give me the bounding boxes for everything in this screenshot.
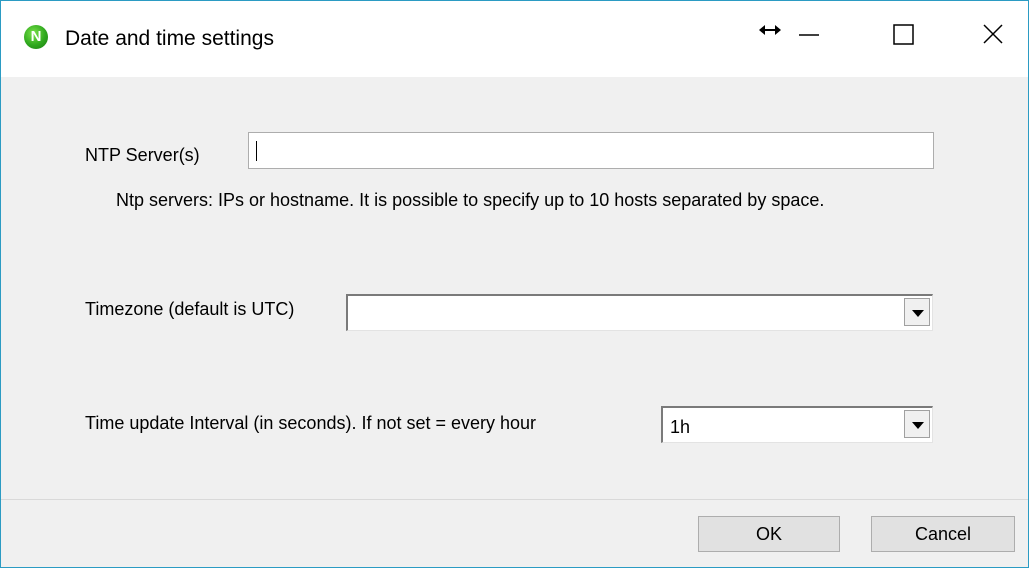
cancel-button[interactable]: Cancel (871, 516, 1015, 552)
ntp-servers-help-text: Ntp servers: IPs or hostname. It is poss… (116, 190, 825, 210)
timezone-dropdown-button[interactable] (904, 298, 930, 326)
ntp-servers-input[interactable] (248, 132, 934, 169)
update-interval-label: Time update Interval (in seconds). If no… (85, 413, 537, 433)
close-button[interactable] (971, 15, 1017, 55)
update-interval-dropdown-button[interactable] (904, 410, 930, 438)
text-caret (256, 141, 257, 161)
update-interval-select[interactable]: 1h (661, 406, 933, 443)
app-logo-icon: N (24, 25, 48, 49)
title-bar[interactable]: N Date and time settings (1, 1, 1028, 77)
minimize-button[interactable] (789, 15, 835, 55)
update-interval-value: 1h (670, 417, 691, 437)
ntp-servers-label: NTP Server(s) (85, 145, 200, 165)
timezone-label: Timezone (default is UTC) (85, 299, 295, 319)
maximize-button[interactable] (881, 15, 927, 55)
maximize-icon (893, 24, 914, 45)
window-title: Date and time settings (65, 27, 274, 50)
chevron-down-icon (912, 422, 924, 429)
dialog-window: N Date and time settings NTP Server(s) N… (0, 0, 1029, 568)
close-icon (983, 24, 1003, 44)
ok-button[interactable]: OK (698, 516, 840, 552)
resize-horizontal-icon[interactable] (759, 23, 781, 37)
footer-divider (1, 499, 1028, 500)
chevron-down-icon (912, 310, 924, 317)
timezone-select[interactable] (346, 294, 933, 331)
